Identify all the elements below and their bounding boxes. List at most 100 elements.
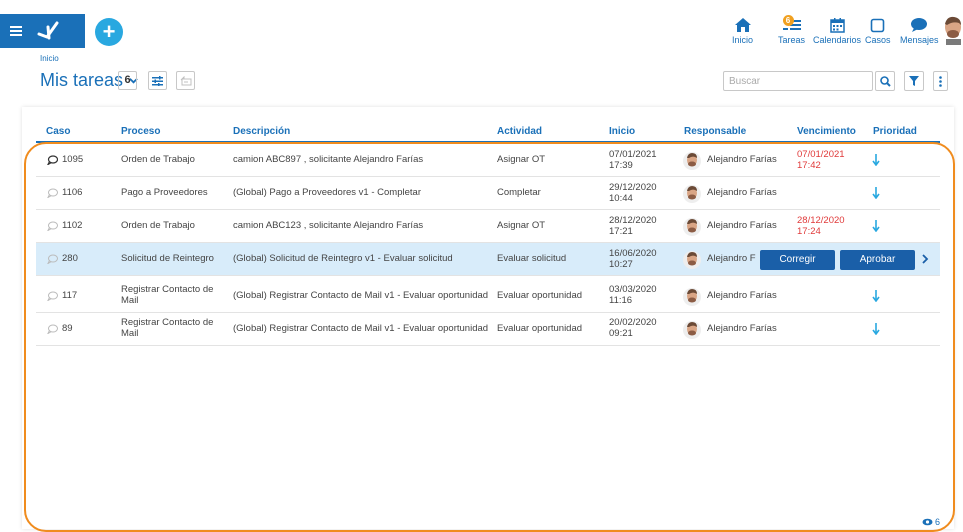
comment-icon[interactable] <box>47 254 58 264</box>
add-button[interactable]: + <box>95 18 123 46</box>
column-settings-button[interactable] <box>148 71 167 90</box>
nav-mensajes[interactable]: Mensajes <box>900 16 939 45</box>
nav-casos-label: Casos <box>865 35 891 45</box>
table-row[interactable]: 1106 Pago a Proveedores (Global) Pago a … <box>36 177 940 210</box>
nav-tareas[interactable]: 6 Tareas <box>778 15 806 45</box>
responsible-name: Alejandro Farías <box>707 187 777 198</box>
messages-icon <box>910 16 928 34</box>
filter-button[interactable] <box>904 71 924 91</box>
hamburger-menu-icon[interactable] <box>10 26 22 36</box>
comment-icon[interactable] <box>47 221 58 231</box>
approve-button[interactable]: Aprobar <box>840 250 915 270</box>
comment-icon[interactable] <box>47 155 58 165</box>
task-description: camion ABC897 , solicitante Alejandro Fa… <box>233 154 424 165</box>
home-icon <box>734 16 752 34</box>
user-avatar[interactable] <box>941 15 963 45</box>
page-title-text: Mis tareas <box>40 70 124 90</box>
responsible-avatar <box>683 152 701 170</box>
priority-low-icon <box>872 187 880 199</box>
task-description: (Global) Solicitud de Reintegro v1 - Eva… <box>233 253 453 264</box>
process-name: Orden de Trabajo <box>121 220 195 231</box>
activity-name: Evaluar oportunidad <box>497 323 583 334</box>
task-description: (Global) Pago a Proveedores v1 - Complet… <box>233 187 421 198</box>
table-row[interactable]: 1095 Orden de Trabajo camion ABC897 , so… <box>36 144 940 177</box>
start-date: 03/03/2020 11:16 <box>609 284 657 306</box>
column-header-responsable[interactable]: Responsable <box>684 126 746 137</box>
case-number: 1102 <box>62 220 83 231</box>
nav-mensajes-label: Mensajes <box>900 35 939 45</box>
responsible-name: Alejandro Farías <box>707 220 777 231</box>
case-number: 1095 <box>62 154 84 165</box>
responsible-avatar <box>683 185 701 203</box>
header-divider <box>36 141 940 143</box>
comment-icon[interactable] <box>47 324 58 334</box>
column-header-inicio[interactable]: Inicio <box>609 126 635 137</box>
column-header-vencimiento[interactable]: Vencimiento <box>797 126 856 137</box>
search-button[interactable] <box>875 71 895 91</box>
priority-low-icon <box>872 290 880 302</box>
search-input[interactable] <box>723 71 873 91</box>
responsible-name: Alejandro Farías <box>707 323 777 334</box>
activity-name: Asignar OT <box>497 154 546 165</box>
comment-icon[interactable] <box>47 291 58 301</box>
more-options-button[interactable] <box>933 71 948 91</box>
nav-casos[interactable]: Casos <box>865 16 891 45</box>
responsible-avatar <box>683 321 701 339</box>
task-description: (Global) Registrar Contacto de Mail v1 -… <box>233 290 489 301</box>
comment-icon[interactable] <box>47 188 58 198</box>
nav-inicio[interactable]: Inicio <box>732 16 753 45</box>
correct-button[interactable]: Corregir <box>760 250 835 270</box>
responsible-name: Alejandro F <box>707 253 756 264</box>
filter-icon <box>909 76 919 86</box>
viewers-indicator: 6 <box>922 517 940 527</box>
priority-low-icon <box>872 220 880 232</box>
activity-name: Asignar OT <box>497 220 546 231</box>
case-number: 117 <box>62 290 78 301</box>
task-description: camion ABC123 , solicitante Alejandro Fa… <box>233 220 424 231</box>
cases-icon <box>870 16 885 34</box>
activity-name: Evaluar solicitud <box>497 253 567 264</box>
tasks-icon: 6 <box>781 15 803 34</box>
breadcrumb[interactable]: Inicio <box>40 54 59 63</box>
reassign-button[interactable] <box>176 71 195 90</box>
table-row[interactable]: 1102 Orden de Trabajo camion ABC123 , so… <box>36 210 940 243</box>
nav-tareas-label: Tareas <box>778 35 806 45</box>
start-date: 29/12/2020 10:44 <box>609 182 657 204</box>
start-date: 20/02/2020 09:21 <box>609 317 657 339</box>
column-header-prioridad[interactable]: Prioridad <box>873 126 917 137</box>
search-icon <box>879 75 891 87</box>
eye-icon <box>922 518 933 526</box>
process-name: Solicitud de Reintegro <box>121 253 214 264</box>
kebab-menu-icon <box>939 75 942 87</box>
responsible-avatar <box>683 218 701 236</box>
nav-inicio-label: Inicio <box>732 35 754 45</box>
table-row-selected[interactable]: 280 Solicitud de Reintegro (Global) Soli… <box>36 243 940 276</box>
column-header-proceso[interactable]: Proceso <box>121 126 160 137</box>
brand-bar <box>0 14 85 48</box>
table-row[interactable]: 117 Registrar Contacto de Mail (Global) … <box>36 280 940 313</box>
chevron-right-icon[interactable] <box>922 254 929 264</box>
task-description: (Global) Registrar Contacto de Mail v1 -… <box>233 323 489 334</box>
table-row[interactable]: 89 Registrar Contacto de Mail (Global) R… <box>36 313 940 346</box>
process-name: Registrar Contacto de Mail <box>121 284 214 306</box>
column-header-caso[interactable]: Caso <box>46 126 70 137</box>
priority-low-icon <box>872 154 880 166</box>
responsible-name: Alejandro Farías <box>707 154 777 165</box>
calendar-icon <box>829 16 845 34</box>
column-header-actividad[interactable]: Actividad <box>497 126 542 137</box>
process-name: Orden de Trabajo <box>121 154 195 165</box>
case-number: 280 <box>62 253 78 264</box>
column-header-descripcion[interactable]: Descripción <box>233 126 290 137</box>
responsible-avatar <box>683 251 701 269</box>
responsible-avatar <box>683 288 701 306</box>
nav-calendarios[interactable]: Calendarios <box>813 16 861 45</box>
process-name: Registrar Contacto de Mail <box>121 317 214 339</box>
logo-icon[interactable] <box>36 20 60 42</box>
responsible-name: Alejandro Farías <box>707 290 777 301</box>
start-date: 07/01/2021 17:39 <box>609 149 657 171</box>
reassign-icon <box>180 75 191 85</box>
tasks-badge: 6 <box>782 15 794 26</box>
case-number: 89 <box>62 323 73 334</box>
process-name: Pago a Proveedores <box>121 187 208 198</box>
start-date: 16/06/2020 10:27 <box>609 248 657 270</box>
